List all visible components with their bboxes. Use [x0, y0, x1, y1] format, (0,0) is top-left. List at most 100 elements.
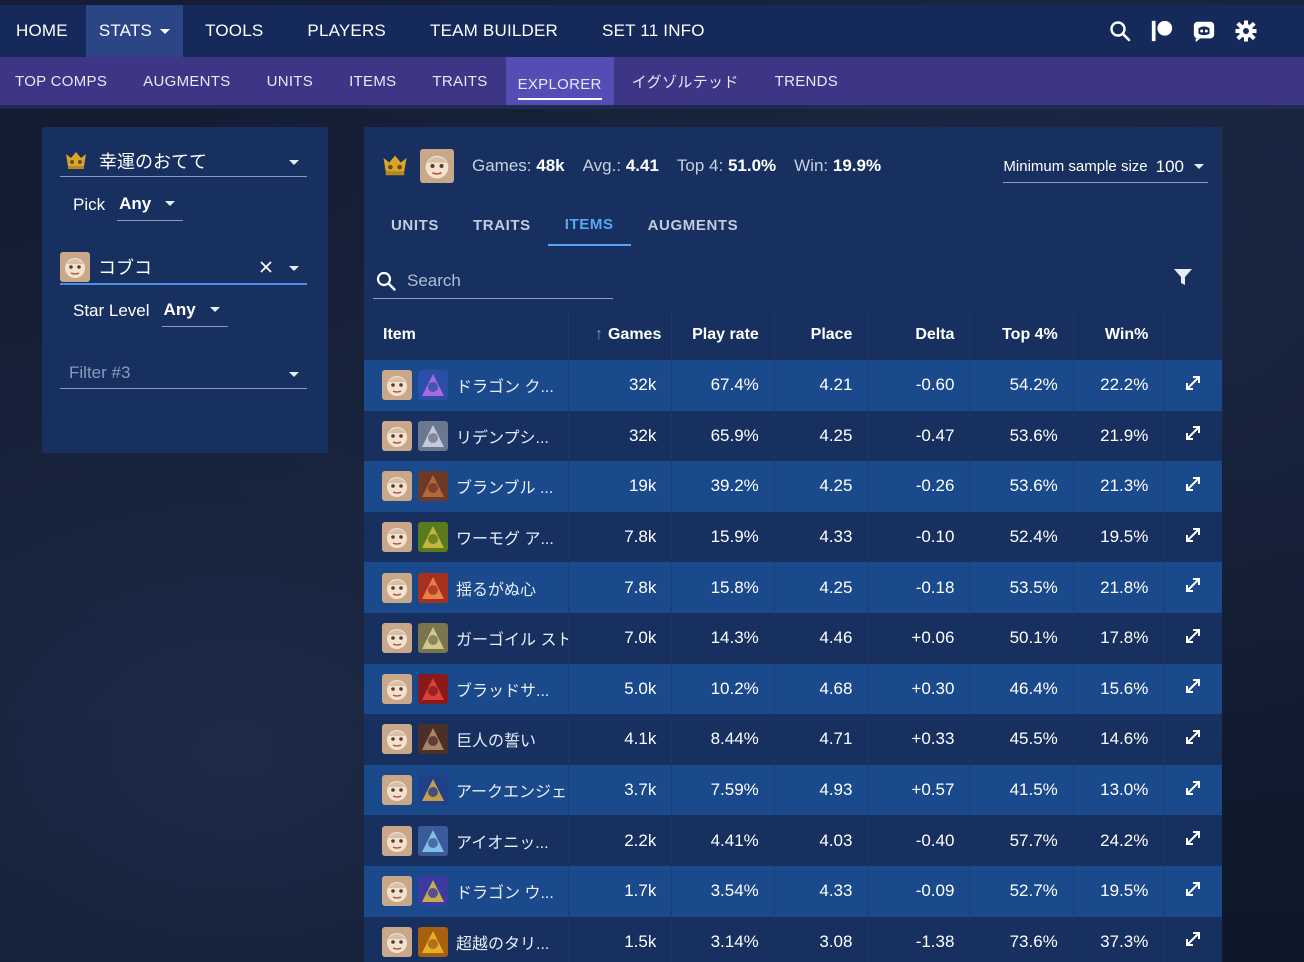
col-header-games[interactable]: ↑ Games: [568, 309, 673, 360]
item-cell: アイオニッ...: [382, 825, 568, 856]
item-icon: [418, 775, 448, 806]
subnav-units[interactable]: UNITS: [249, 57, 332, 105]
subnav-items[interactable]: ITEMS: [331, 57, 414, 105]
tab-items[interactable]: ITEMS: [547, 205, 631, 246]
cell-item: 揺るがぬ心: [364, 562, 569, 613]
top4-stat: Top 4: 51.0%: [677, 156, 776, 176]
discord-icon[interactable]: [1192, 19, 1216, 43]
table-row[interactable]: 巨人の誓い 4.1k 8.44% 4.71 +0.33 45.5% 14.6%: [364, 714, 1222, 765]
cell-games: 2.2k: [568, 815, 673, 866]
min-sample-select[interactable]: Minimum sample size 100: [1003, 151, 1208, 183]
nav-team-builder-label: TEAM BUILDER: [429, 21, 559, 40]
col-header-item[interactable]: Item: [364, 309, 569, 360]
subnav-exalted[interactable]: イグゾルテッド: [614, 57, 757, 105]
cell-place: 4.25: [774, 562, 869, 613]
games-stat-label: Games:: [472, 156, 532, 175]
cell-win: 19.5%: [1073, 511, 1165, 563]
expand-icon[interactable]: [1185, 375, 1201, 391]
subnav-top-comps[interactable]: TOP COMPS: [0, 57, 125, 105]
subnav-explorer[interactable]: EXPLORER: [505, 57, 614, 105]
table-row[interactable]: 揺るがぬ心 7.8k 15.8% 4.25 -0.18 53.5% 21.8%: [364, 562, 1222, 613]
item-cell: ドラゴン ク...: [382, 370, 568, 401]
expand-icon[interactable]: [1185, 678, 1201, 694]
tab-items-label: ITEMS: [564, 216, 614, 233]
expand-icon[interactable]: [1185, 577, 1201, 593]
expand-icon[interactable]: [1185, 729, 1201, 745]
expand-icon[interactable]: [1185, 476, 1201, 492]
search-box: [373, 263, 613, 299]
subnav-explorer-label: EXPLORER: [517, 62, 602, 100]
cell-delta: +0.30: [867, 663, 971, 715]
col-header-place[interactable]: Place: [774, 309, 869, 360]
cell-games: 7.8k: [568, 511, 673, 563]
nav-set-info[interactable]: SET 11 INFO: [580, 5, 727, 57]
col-header-win[interactable]: Win%: [1073, 309, 1165, 360]
col-header-top4[interactable]: Top 4%: [969, 309, 1074, 360]
subnav-augments[interactable]: AUGMENTS: [125, 57, 248, 105]
item-cell: リデンプシ...: [382, 420, 568, 451]
close-icon[interactable]: [259, 260, 273, 274]
item-cell: ワーモグ ア...: [382, 522, 568, 553]
unit-select[interactable]: コブコ: [60, 251, 307, 285]
item-name: ブランブル ...: [456, 480, 554, 498]
cell-place: 4.68: [774, 663, 869, 715]
star-level-select[interactable]: Any: [161, 297, 228, 327]
table-row[interactable]: ワーモグ ア... 7.8k 15.9% 4.33 -0.10 52.4% 19.5%: [364, 511, 1222, 563]
filter-icon[interactable]: [1173, 267, 1193, 287]
nav-players[interactable]: PLAYERS: [285, 5, 408, 57]
expand-icon[interactable]: [1185, 780, 1201, 796]
search-icon[interactable]: [1108, 19, 1132, 43]
table-row[interactable]: ドラゴン ウ... 1.7k 3.54% 4.33 -0.09 52.7% 19.5%: [364, 865, 1222, 917]
expand-icon[interactable]: [1185, 830, 1201, 846]
expand-icon[interactable]: [1185, 425, 1201, 441]
table-row[interactable]: 超越のタリ... 1.5k 3.14% 3.08 -1.38 73.6% 37.3%: [364, 916, 1222, 962]
search-input[interactable]: [407, 270, 597, 291]
subnav-trends[interactable]: TRENDS: [757, 57, 856, 105]
table-row[interactable]: アイオニッ... 2.2k 4.41% 4.03 -0.40 57.7% 24.2%: [364, 815, 1222, 866]
expand-icon[interactable]: [1185, 931, 1201, 947]
nav-home[interactable]: HOME: [0, 5, 86, 57]
table-row[interactable]: ブランブル ... 19k 39.2% 4.25 -0.26 53.6% 21.3%: [364, 461, 1222, 512]
col-header-delta[interactable]: Delta: [867, 309, 971, 360]
win-stat-label: Win:: [794, 156, 829, 175]
nav-stats[interactable]: STATS: [85, 5, 184, 57]
expand-icon[interactable]: [1185, 628, 1201, 644]
cell-item: ガーゴイル スト: [364, 612, 569, 664]
cell-games: 1.7k: [568, 865, 673, 917]
expand-icon[interactable]: [1185, 881, 1201, 897]
filter3-select[interactable]: Filter #3: [60, 357, 307, 389]
cell-playrate: 15.8%: [671, 562, 775, 613]
tab-augments[interactable]: AUGMENTS: [631, 205, 756, 246]
item-icon: [418, 420, 448, 451]
col-header-top4-label: Top 4%: [1002, 325, 1058, 343]
subnav-augments-label: AUGMENTS: [143, 72, 231, 90]
top4-stat-label: Top 4:: [676, 156, 724, 175]
item-name: リデンプシ...: [456, 429, 549, 447]
tab-units[interactable]: UNITS: [374, 205, 456, 246]
expand-icon[interactable]: [1185, 527, 1201, 543]
table-row[interactable]: アークエンジェ. 3.7k 7.59% 4.93 +0.57 41.5% 13.0%: [364, 764, 1222, 816]
cell-place: 3.08: [774, 916, 869, 962]
table-row[interactable]: ガーゴイル スト 7.0k 14.3% 4.46 +0.06 50.1% 17.8%: [364, 612, 1222, 664]
tab-traits[interactable]: TRAITS: [456, 205, 548, 246]
col-header-playrate[interactable]: Play rate: [671, 309, 775, 360]
nav-team-builder[interactable]: TEAM BUILDER: [408, 5, 580, 57]
table-row[interactable]: ドラゴン ク... 32k 67.4% 4.21 -0.60 54.2% 22.2%: [364, 360, 1222, 411]
table-row[interactable]: ブラッドサ... 5.0k 10.2% 4.68 +0.30 46.4% 15.6%: [364, 663, 1222, 715]
pick-select[interactable]: Any: [117, 191, 184, 221]
cell-place: 4.03: [774, 815, 869, 866]
subnav-items-label: ITEMS: [349, 72, 397, 90]
top4-stat-value: 51.0%: [727, 156, 777, 175]
item-cell: ブランブル ...: [382, 471, 568, 502]
item-icon: [418, 522, 448, 553]
subnav-traits[interactable]: TRAITS: [414, 57, 505, 105]
cell-delta: +0.06: [867, 612, 971, 664]
gear-icon[interactable]: [1234, 19, 1258, 43]
cell-playrate: 14.3%: [671, 612, 775, 664]
table-row[interactable]: リデンプシ... 32k 65.9% 4.25 -0.47 53.6% 21.9%: [364, 410, 1222, 462]
patreon-icon[interactable]: [1150, 19, 1174, 43]
trait-select[interactable]: 幸運のおてて: [60, 145, 307, 177]
star-level-row: Star Level Any: [73, 297, 228, 327]
cell-win: 37.3%: [1073, 916, 1165, 962]
nav-tools[interactable]: TOOLS: [183, 5, 285, 57]
